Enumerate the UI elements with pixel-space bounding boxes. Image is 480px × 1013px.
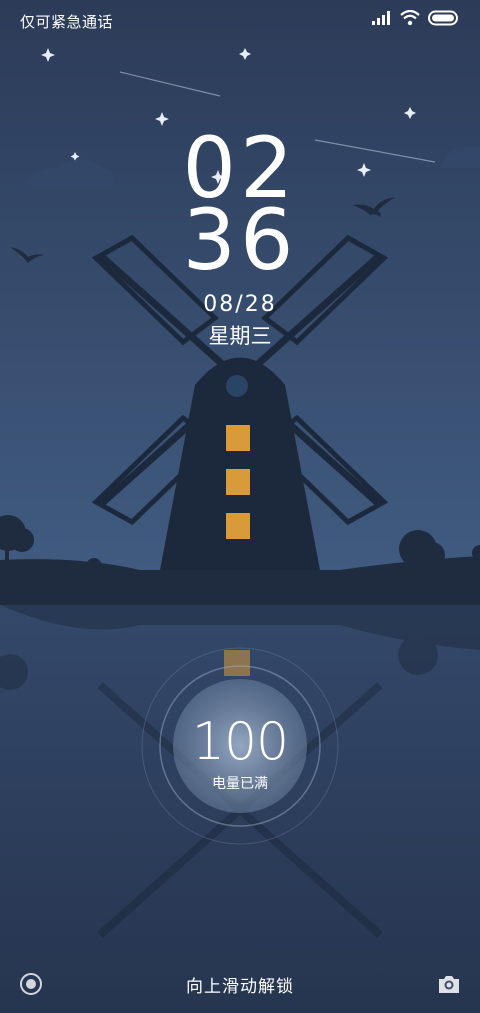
status-bar: 仅可紧急通话 xyxy=(0,0,480,44)
unlock-hint[interactable]: 向上滑动解锁 xyxy=(0,972,480,997)
wifi-icon xyxy=(400,10,420,26)
camera-icon[interactable] xyxy=(435,970,463,998)
battery-status: 电量已满 xyxy=(212,776,268,792)
carrier-text: 仅可紧急通话 xyxy=(20,13,114,31)
status-icons xyxy=(372,10,460,26)
record-icon[interactable] xyxy=(17,970,45,998)
battery-icon xyxy=(428,10,458,26)
weekday-text: 星期三 xyxy=(208,324,272,348)
battery-percent: 100 xyxy=(191,712,289,772)
signal-icon xyxy=(372,11,390,25)
date-text: 08/28 xyxy=(203,292,277,317)
window-light xyxy=(226,425,250,451)
clock-minute: 36 xyxy=(182,191,298,289)
